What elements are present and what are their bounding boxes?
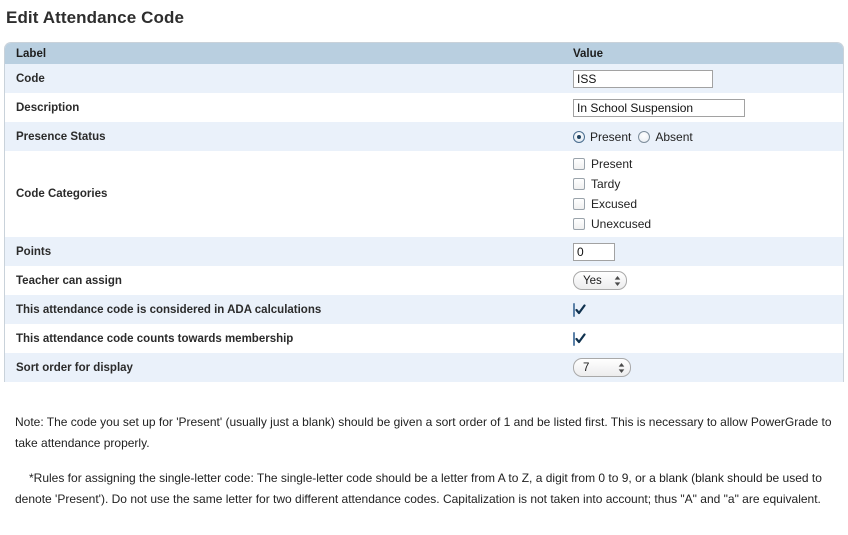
row-value-code [565,64,843,93]
points-input[interactable] [573,242,615,261]
row-value-code-categories: Present Tardy Excused Unexcused [565,151,843,237]
row-label-counts-membership: This attendance code counts towards memb… [5,324,565,353]
page-root: Edit Attendance Code Label Value Code IS… [0,0,848,535]
checkbox-option-unexcused[interactable]: Unexcused [573,217,843,231]
checkbox-excused-icon[interactable] [573,198,585,210]
checkbox-present-icon[interactable] [573,158,585,170]
row-value-counts-membership [565,324,843,353]
notes-section: Note: The code you set up for 'Present' … [4,408,844,510]
checkbox-tardy-icon[interactable] [573,178,585,190]
table-row-presence-status: Presence Status Present Absent [5,122,843,151]
table-row-description: Description [5,93,843,122]
column-header-label: Label [5,43,565,64]
sort-order-value: 7 [583,361,590,374]
row-value-presence-status: Present Absent [565,122,843,151]
row-label-code: Code [5,64,565,93]
table-row-ada-calculations: This attendance code is considered in AD… [5,295,843,324]
row-value-sort-order: 7 [565,353,843,382]
row-value-teacher-can-assign: Yes [565,266,843,295]
checkbox-present-label: Present [591,157,633,171]
checkbox-unexcused-label: Unexcused [591,217,652,231]
row-label-code-categories: Code Categories [5,151,565,237]
code-input[interactable] [573,69,713,88]
teacher-can-assign-value: Yes [583,274,602,287]
checkbox-option-tardy[interactable]: Tardy [573,177,843,191]
radio-present-icon[interactable] [573,130,585,143]
radio-present-label: Present [590,129,632,144]
row-label-presence-status: Presence Status [5,122,565,151]
checkbox-option-excused[interactable]: Excused [573,197,843,211]
attendance-code-form-panel: Label Value Code Description [4,42,844,382]
radio-absent-icon[interactable] [638,130,651,143]
ada-calculations-checkbox[interactable] [573,302,586,317]
row-value-points [565,237,843,266]
radio-option-present[interactable]: Present [573,130,631,144]
counts-membership-checkbox[interactable] [573,331,586,346]
teacher-can-assign-select[interactable]: Yes [573,271,627,290]
radio-option-absent[interactable]: Absent [638,129,693,144]
page-title: Edit Attendance Code [6,8,184,27]
table-row-counts-membership: This attendance code counts towards memb… [5,324,843,353]
rules-paragraph: *Rules for assigning the single-letter c… [15,471,822,506]
code-categories-checkbox-list: Present Tardy Excused Unexcused [573,155,843,233]
note-paragraph: Note: The code you set up for 'Present' … [15,415,832,450]
checkbox-excused-label: Excused [591,197,638,211]
row-label-ada-calculations: This attendance code is considered in AD… [5,295,565,324]
checkbox-tardy-label: Tardy [591,177,621,191]
stepper-arrows-icon [618,362,625,374]
column-header-value: Value [565,43,843,64]
row-label-description: Description [5,93,565,122]
presence-status-radio-group: Present Absent [573,130,843,144]
row-label-sort-order: Sort order for display [5,353,565,382]
radio-absent-label: Absent [655,129,693,144]
row-value-description [565,93,843,122]
description-input[interactable] [573,98,745,117]
attendance-code-table: Label Value Code Description [5,43,843,382]
row-label-points: Points [5,237,565,266]
table-header-row: Label Value [5,43,843,64]
table-row-sort-order: Sort order for display 7 [5,353,843,382]
row-label-teacher-can-assign: Teacher can assign [5,266,565,295]
checkbox-option-present[interactable]: Present [573,157,843,171]
table-row-code-categories: Code Categories Present Tardy Excused Un… [5,151,843,237]
table-row-teacher-can-assign: Teacher can assign Yes [5,266,843,295]
checkbox-unexcused-icon[interactable] [573,218,585,230]
stepper-arrows-icon [614,275,621,287]
table-row-code: Code [5,64,843,93]
table-row-points: Points [5,237,843,266]
sort-order-select[interactable]: 7 [573,358,631,377]
row-value-ada-calculations [565,295,843,324]
